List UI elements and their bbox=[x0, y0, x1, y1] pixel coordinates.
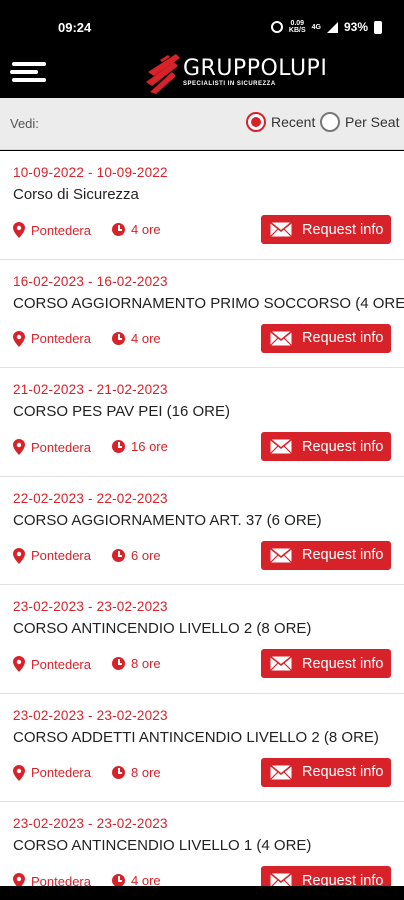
course-title: CORSO ANTINCENDIO LIVELLO 1 (4 ORE) bbox=[13, 837, 312, 854]
radio-recent[interactable]: Recent bbox=[246, 112, 315, 132]
envelope-icon bbox=[270, 547, 292, 563]
list-item[interactable]: 16-02-2023 - 16-02-2023 CORSO AGGIORNAME… bbox=[0, 260, 404, 368]
clock-icon bbox=[112, 331, 125, 345]
course-location: Pontedera bbox=[13, 547, 91, 564]
course-title: CORSO ADDETTI ANTINCENDIO LIVELLO 2 (8 O… bbox=[13, 728, 379, 746]
clock-icon bbox=[112, 657, 125, 670]
course-duration: 4 ore bbox=[112, 331, 161, 346]
course-duration: 6 ore bbox=[112, 548, 161, 563]
course-dates: 23-02-2023 - 23-02-2023 bbox=[13, 816, 168, 831]
radio-selected-icon bbox=[246, 112, 266, 132]
envelope-icon bbox=[270, 764, 292, 780]
radio-per-seat[interactable]: Per Seat bbox=[320, 112, 399, 132]
alarm-icon bbox=[270, 21, 283, 33]
location-pin-icon bbox=[13, 547, 25, 564]
battery-icon bbox=[374, 20, 382, 34]
course-location: Pontedera bbox=[13, 764, 91, 781]
logo-mark-icon bbox=[146, 54, 180, 94]
course-dates: 22-02-2023 - 22-02-2023 bbox=[13, 490, 168, 506]
list-item[interactable]: 23-02-2023 - 23-02-2023 CORSO ANTINCENDI… bbox=[0, 585, 404, 694]
request-info-button[interactable]: Request info bbox=[261, 540, 391, 570]
clock-icon bbox=[112, 765, 125, 779]
clock-icon bbox=[112, 223, 125, 236]
brand-name: GRUPPOLUPI bbox=[183, 56, 328, 81]
course-title: CORSO AGGIORNAMENTO ART. 37 (6 ORE) bbox=[13, 511, 322, 529]
filter-bar: Vedi: Recent Per Seat bbox=[0, 98, 404, 150]
brand-logo: GRUPPOLUPI SPECIALISTI IN SICUREZZA bbox=[146, 52, 336, 94]
envelope-icon bbox=[270, 330, 292, 346]
brand-tagline: SPECIALISTI IN SICUREZZA bbox=[183, 81, 276, 87]
course-dates: 21-02-2023 - 21-02-2023 bbox=[13, 382, 168, 397]
app-bar: GRUPPOLUPI SPECIALISTI IN SICUREZZA bbox=[0, 50, 404, 98]
location-pin-icon bbox=[13, 439, 25, 455]
radio-per-seat-label: Per Seat bbox=[345, 114, 400, 130]
location-pin-icon bbox=[13, 330, 25, 347]
course-duration: 8 ore bbox=[112, 656, 161, 671]
course-title: Corso di Sicurezza bbox=[13, 186, 139, 203]
battery-percent: 93% bbox=[343, 20, 368, 34]
list-item[interactable]: 23-02-2023 - 23-02-2023 CORSO ANTINCENDI… bbox=[0, 802, 404, 886]
clock-icon bbox=[112, 874, 125, 886]
course-duration: 16 ore bbox=[112, 439, 168, 454]
network-speed: 0.09 KB/S bbox=[288, 20, 306, 34]
envelope-icon bbox=[270, 656, 292, 671]
request-info-button[interactable]: Request info bbox=[261, 866, 391, 886]
status-icons: 0.09 KB/S 4G 93% bbox=[270, 20, 382, 34]
status-bar: 09:24 0.09 KB/S 4G 93% bbox=[0, 0, 404, 50]
course-dates: 10-09-2022 - 10-09-2022 bbox=[13, 165, 168, 180]
list-item[interactable]: 22-02-2023 - 22-02-2023 CORSO AGGIORNAME… bbox=[0, 477, 404, 585]
list-item[interactable]: 10-09-2022 - 10-09-2022 Corso di Sicurez… bbox=[0, 151, 404, 260]
course-location: Pontedera bbox=[13, 656, 91, 672]
clock-icon bbox=[112, 440, 125, 453]
hamburger-icon[interactable] bbox=[10, 60, 46, 86]
request-info-button[interactable]: Request info bbox=[261, 215, 391, 244]
course-title: CORSO ANTINCENDIO LIVELLO 2 (8 ORE) bbox=[13, 620, 312, 637]
course-dates: 23-02-2023 - 23-02-2023 bbox=[13, 707, 168, 723]
list-item[interactable]: 21-02-2023 - 21-02-2023 CORSO PES PAV PE… bbox=[0, 368, 404, 477]
request-info-button[interactable]: Request info bbox=[261, 323, 391, 353]
location-pin-icon bbox=[13, 873, 25, 886]
filter-label: Vedi: bbox=[10, 116, 39, 131]
radio-unselected-icon bbox=[320, 112, 340, 132]
request-info-button[interactable]: Request info bbox=[261, 432, 391, 461]
request-info-button[interactable]: Request info bbox=[261, 649, 391, 678]
course-location: Pontedera bbox=[13, 439, 91, 455]
clock-icon bbox=[112, 548, 125, 562]
course-duration: 8 ore bbox=[112, 765, 161, 780]
course-location: Pontedera bbox=[13, 222, 91, 238]
request-info-button[interactable]: Request info bbox=[261, 757, 391, 787]
location-pin-icon bbox=[13, 656, 25, 672]
list-item[interactable]: 23-02-2023 - 23-02-2023 CORSO ADDETTI AN… bbox=[0, 694, 404, 802]
network-type: 4G bbox=[311, 23, 321, 31]
location-pin-icon bbox=[13, 764, 25, 781]
course-dates: 23-02-2023 - 23-02-2023 bbox=[13, 599, 168, 614]
envelope-icon bbox=[270, 222, 292, 237]
envelope-icon bbox=[270, 439, 292, 454]
course-dates: 16-02-2023 - 16-02-2023 bbox=[13, 273, 168, 289]
course-location: Pontedera bbox=[13, 330, 91, 347]
status-time: 09:24 bbox=[58, 20, 92, 35]
signal-icon bbox=[326, 21, 338, 33]
course-title: CORSO PES PAV PEI (16 ORE) bbox=[13, 403, 231, 420]
course-duration: 4 ore bbox=[112, 222, 161, 237]
course-title: CORSO AGGIORNAMENTO PRIMO SOCCORSO (4 OR… bbox=[13, 294, 404, 312]
course-duration: 4 ore bbox=[112, 873, 161, 886]
radio-recent-label: Recent bbox=[271, 114, 316, 130]
course-location: Pontedera bbox=[13, 873, 91, 886]
location-pin-icon bbox=[13, 222, 25, 238]
course-list[interactable]: 10-09-2022 - 10-09-2022 Corso di Sicurez… bbox=[0, 151, 404, 886]
navigation-bar bbox=[0, 886, 404, 900]
envelope-icon bbox=[270, 873, 292, 886]
